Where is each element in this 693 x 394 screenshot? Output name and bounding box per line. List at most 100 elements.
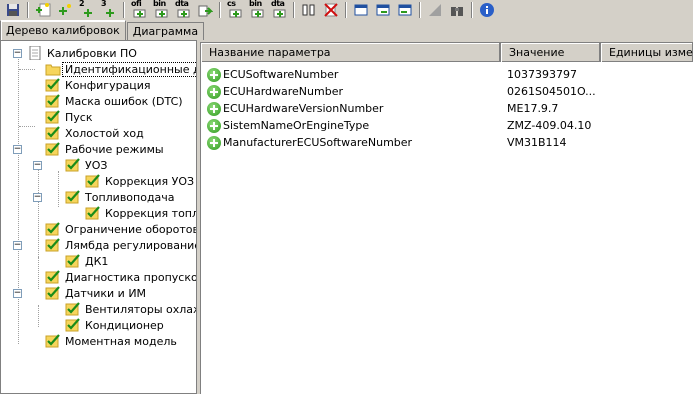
- table-row[interactable]: ECUSoftwareNumber 1037393797: [201, 66, 693, 83]
- tree-item-label: УОЗ: [85, 158, 108, 172]
- tree-item-fans[interactable]: Вентиляторы охлаждения: [65, 301, 196, 317]
- add-circle-icon: [207, 101, 221, 116]
- tree-item-fuel[interactable]: Топливоподача: [65, 189, 177, 205]
- tree-item-label: Коррекция УОЗ в: [105, 174, 197, 188]
- checked-icon: [45, 126, 60, 140]
- tree-expander[interactable]: −: [33, 193, 42, 202]
- tree-line: [38, 305, 39, 327]
- new-icon[interactable]: [32, 0, 54, 20]
- tree-item-label: Рабочие режимы: [65, 142, 164, 156]
- add2-label: 2: [79, 0, 85, 8]
- window-next-icon[interactable]: [372, 0, 394, 20]
- add2-icon[interactable]: 2: [76, 0, 98, 20]
- table-row[interactable]: SistemNameOrEngineType ZMZ-409.04.10: [201, 117, 693, 134]
- cs-export-icon[interactable]: cs: [224, 0, 246, 20]
- tree-expander[interactable]: −: [13, 145, 22, 154]
- column-header-units[interactable]: Единицы изме...: [601, 43, 693, 62]
- export-icon[interactable]: [194, 0, 216, 20]
- tree-item-uoz-correction[interactable]: Коррекция УОЗ в: [85, 173, 197, 189]
- toolbar-separator: [27, 2, 29, 18]
- add3-icon[interactable]: 3: [98, 0, 120, 20]
- param-value: 1037393797: [507, 68, 577, 81]
- tree-item-uoz[interactable]: УОЗ: [65, 157, 109, 173]
- tree-item-idle[interactable]: Холостой ход: [45, 125, 146, 141]
- window-icon[interactable]: [350, 0, 372, 20]
- tab-calibration-tree-label: Дерево калибровок: [6, 24, 120, 37]
- save-icon[interactable]: [2, 0, 24, 20]
- table-row[interactable]: ManufacturerECUSoftwareNumber VM31B114: [201, 134, 693, 151]
- tab-diagram[interactable]: Диаграмма: [126, 22, 205, 40]
- tree-expander[interactable]: −: [13, 289, 22, 298]
- tree-item-label: Датчики и ИМ: [65, 286, 147, 300]
- tree-expander[interactable]: −: [13, 241, 22, 250]
- column-header-name[interactable]: Название параметра: [201, 43, 501, 62]
- checked-icon: [45, 142, 60, 156]
- tree-item-label: Холостой ход: [65, 126, 144, 140]
- param-name: ManufacturerECUSoftwareNumber: [223, 136, 413, 149]
- checked-icon: [85, 174, 100, 188]
- bin-icon[interactable]: bin: [150, 0, 172, 20]
- tree-item-sensors[interactable]: Датчики и ИМ: [45, 285, 148, 301]
- tree-item-label: Ограничение оборотов: [65, 222, 197, 236]
- checked-icon: [65, 302, 80, 316]
- tree-item-config[interactable]: Конфигурация: [45, 77, 153, 93]
- window-prev-icon[interactable]: [394, 0, 416, 20]
- toolbar-separator: [123, 2, 125, 18]
- tree-item-label: Пуск: [65, 110, 93, 124]
- tree-item-label: Конфигурация: [65, 78, 151, 92]
- tree-expander[interactable]: −: [33, 161, 42, 170]
- tree-item-misfire[interactable]: Диагностика пропусков в: [45, 269, 196, 285]
- tree-item-start[interactable]: Пуск: [45, 109, 94, 125]
- compare-icon[interactable]: [298, 0, 320, 20]
- tree-line: [38, 257, 39, 265]
- info-icon[interactable]: [476, 0, 498, 20]
- tree-item-identification[interactable]: Идентификационные данные: [45, 61, 196, 77]
- dta-icon[interactable]: dta: [172, 0, 194, 20]
- dta2-label: dta: [271, 0, 285, 8]
- tree-item-torque[interactable]: Моментная модель: [45, 333, 179, 349]
- add-circle-icon: [207, 135, 221, 150]
- tree-item-label: Моментная модель: [65, 334, 177, 348]
- toolbar-separator: [293, 2, 295, 18]
- checked-icon: [45, 94, 60, 108]
- tree-expander[interactable]: −: [13, 49, 22, 58]
- bin-export-icon[interactable]: bin: [246, 0, 268, 20]
- checked-icon: [45, 286, 60, 300]
- tree-item-modes[interactable]: Рабочие режимы: [45, 141, 166, 157]
- tree-item-ac[interactable]: Кондиционер: [65, 317, 166, 333]
- column-header-name-label: Название параметра: [209, 46, 331, 59]
- tab-calibration-tree[interactable]: Дерево калибровок: [0, 20, 126, 40]
- tree-item-label: Маска ошибок (DTC): [65, 94, 183, 108]
- tree-item-lambda[interactable]: Лямбда регулирование: [45, 237, 196, 253]
- tree-item-label: Коррекция топливо: [105, 206, 196, 220]
- tree-line: [19, 126, 35, 127]
- tree-item-dk1[interactable]: ДК1: [65, 253, 110, 269]
- tree-item-label: Вентиляторы охлаждения: [85, 302, 196, 316]
- bin-label: bin: [153, 0, 166, 8]
- chart-icon[interactable]: [424, 0, 446, 20]
- add-circle-icon: [207, 118, 221, 133]
- tab-diagram-label: Диаграмма: [132, 25, 199, 38]
- add-icon[interactable]: [54, 0, 76, 20]
- binoculars-icon[interactable]: [446, 0, 468, 20]
- tree-item-fuel-correction[interactable]: Коррекция топливо: [85, 205, 196, 221]
- delete-icon[interactable]: [320, 0, 342, 20]
- tree-item-label: Кондиционер: [85, 318, 164, 332]
- param-value: VM31B114: [507, 136, 567, 149]
- add-circle-icon: [207, 84, 221, 99]
- toolbar: 2 3 ofi bin dta cs bin dta: [0, 0, 693, 20]
- table-row[interactable]: ECUHardwareVersionNumber ME17.9.7: [201, 100, 693, 117]
- checked-icon: [65, 318, 80, 332]
- checked-icon: [45, 334, 60, 348]
- tree-item-rpm-limit[interactable]: Ограничение оборотов: [45, 221, 197, 237]
- column-header-value[interactable]: Значение: [501, 43, 601, 62]
- tree-item-root[interactable]: Калибровки ПО: [27, 45, 139, 61]
- param-value: ZMZ-409.04.10: [507, 119, 592, 132]
- tree-item-dtc[interactable]: Маска ошибок (DTC): [45, 93, 185, 109]
- dta-export-icon[interactable]: dta: [268, 0, 290, 20]
- tree-line: [19, 69, 35, 70]
- ofi-icon[interactable]: ofi: [128, 0, 150, 20]
- tree-line: [18, 54, 19, 344]
- tree-item-label: ДК1: [85, 254, 109, 268]
- table-row[interactable]: ECUHardwareNumber 0261S04501O...: [201, 83, 693, 100]
